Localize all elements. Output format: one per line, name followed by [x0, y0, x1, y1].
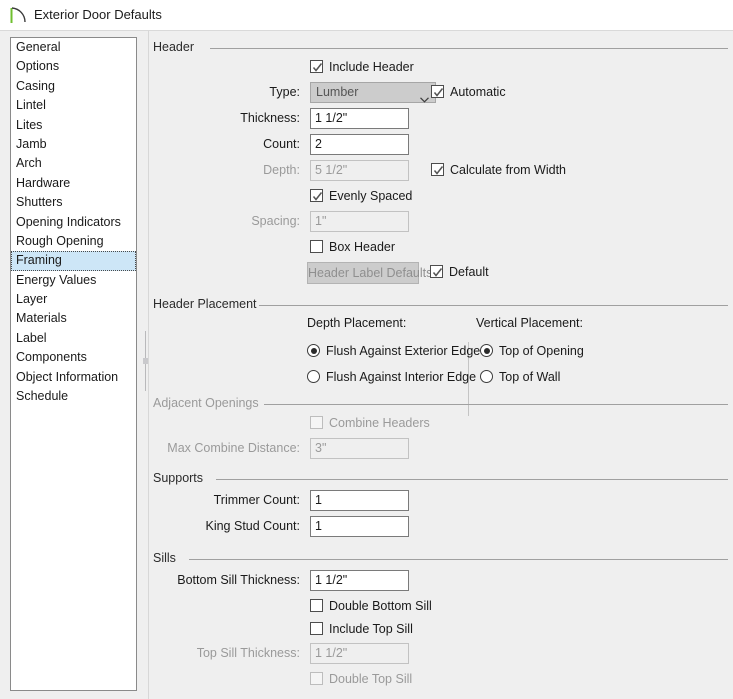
sidebar-item-materials[interactable]: Materials — [11, 309, 136, 328]
type-label: Type: — [269, 85, 300, 99]
double-bottom-sill-label: Double Bottom Sill — [329, 599, 432, 613]
sidebar-item-rough-opening[interactable]: Rough Opening — [11, 232, 136, 251]
calculate-from-width-label: Calculate from Width — [450, 163, 567, 177]
max-combine-distance-label: Max Combine Distance: — [167, 441, 300, 455]
checkbox-box — [431, 163, 444, 176]
checkbox-box — [310, 240, 323, 253]
group-sills: Sills — [153, 551, 728, 567]
group-sills-label: Sills — [153, 551, 176, 565]
door-swing-icon — [9, 6, 29, 25]
sidebar-item-general[interactable]: General — [11, 38, 136, 57]
header-label-defaults-button: Header Label Defaults — [307, 262, 432, 284]
top-sill-thickness-label: Top Sill Thickness: — [196, 646, 300, 660]
checkbox-box — [431, 85, 444, 98]
automatic-label: Automatic — [450, 85, 506, 99]
sidebar-item-framing[interactable]: Framing — [11, 251, 136, 271]
radio-circle — [480, 370, 493, 383]
framing-panel: Header Include Header Type: Lumber Autom… — [149, 31, 733, 699]
radio-dot — [483, 347, 490, 354]
checkbox-box — [310, 189, 323, 202]
dialog-body: General Options Casing Lintel Lites Jamb Arch H… — [0, 31, 733, 699]
box-header-label: Box Header — [329, 240, 396, 254]
sidebar-item-hardware[interactable]: Hardware — [11, 174, 136, 193]
sidebar-item-shutters[interactable]: Shutters — [11, 193, 136, 212]
group-supports: Supports — [153, 471, 728, 487]
group-adjacent-openings-rule — [264, 404, 728, 405]
sidebar-item-lintel[interactable]: Lintel — [11, 96, 136, 115]
king-stud-count-label: King Stud Count: — [205, 519, 300, 533]
group-header-placement: Header Placement — [153, 297, 728, 313]
radio-circle — [307, 370, 320, 383]
trimmer-count-label: Trimmer Count: — [213, 493, 300, 507]
radio-label: Top of Wall — [499, 370, 561, 384]
sidebar-item-arch[interactable]: Arch — [11, 154, 136, 173]
count-input[interactable]: 2 — [310, 134, 409, 155]
include-header-label: Include Header — [329, 60, 414, 74]
checkbox-box — [310, 622, 323, 635]
king-stud-count-input[interactable]: 1 — [310, 516, 409, 537]
sidebar-item-label[interactable]: Label — [11, 329, 136, 348]
trimmer-count-input[interactable]: 1 — [310, 490, 409, 511]
group-adjacent-openings-label: Adjacent Openings — [153, 396, 259, 410]
page-title: Exterior Door Defaults — [34, 7, 162, 22]
sidebar-item-schedule[interactable]: Schedule — [11, 387, 136, 406]
sidebar-item-casing[interactable]: Casing — [11, 77, 136, 96]
radio-label: Flush Against Exterior Edge — [326, 344, 481, 358]
spacing-input: 1" — [310, 211, 409, 232]
group-header-placement-rule — [259, 305, 728, 306]
chevron-down-icon — [420, 90, 429, 103]
radio-label: Top of Opening — [499, 344, 584, 358]
thickness-input[interactable]: 1 1/2" — [310, 108, 409, 129]
count-label: Count: — [263, 137, 300, 151]
header-type-select[interactable]: Lumber — [310, 82, 436, 103]
header-type-value: Lumber — [316, 85, 359, 99]
radio-dot — [310, 347, 317, 354]
include-top-sill-label: Include Top Sill — [329, 622, 413, 636]
checkbox-box — [310, 599, 323, 612]
group-supports-rule — [216, 479, 728, 480]
thickness-label: Thickness: — [240, 111, 300, 125]
group-header: Header — [153, 40, 728, 56]
checkbox-box — [310, 672, 323, 685]
sidebar-item-lites[interactable]: Lites — [11, 116, 136, 135]
window-title-bar: Exterior Door Defaults — [0, 0, 733, 31]
top-sill-thickness-input: 1 1/2" — [310, 643, 409, 664]
sidebar-item-energy-values[interactable]: Energy Values — [11, 271, 136, 290]
checkbox-box — [310, 60, 323, 73]
group-header-rule — [210, 48, 728, 49]
evenly-spaced-label: Evenly Spaced — [329, 189, 413, 203]
category-list[interactable]: General Options Casing Lintel Lites Jamb Arch H… — [10, 37, 137, 691]
sidebar-item-object-information[interactable]: Object Information — [11, 368, 136, 387]
sidebar-item-jamb[interactable]: Jamb — [11, 135, 136, 154]
depth-input: 5 1/2" — [310, 160, 409, 181]
sidebar-item-layer[interactable]: Layer — [11, 290, 136, 309]
checkbox-box — [430, 265, 443, 278]
vertical-placement-caption: Vertical Placement: — [476, 316, 583, 330]
group-sills-rule — [189, 559, 728, 560]
radio-label: Flush Against Interior Edge — [326, 370, 477, 384]
bottom-sill-thickness-label: Bottom Sill Thickness: — [177, 573, 300, 587]
group-adjacent-openings: Adjacent Openings — [153, 396, 728, 412]
depth-placement-caption: Depth Placement: — [307, 316, 407, 330]
group-supports-label: Supports — [153, 471, 204, 485]
double-top-sill-label: Double Top Sill — [329, 672, 413, 686]
checkbox-box — [310, 416, 323, 429]
bottom-sill-thickness-input[interactable]: 1 1/2" — [310, 570, 409, 591]
sidebar-item-components[interactable]: Components — [11, 348, 136, 367]
max-combine-distance-input: 3" — [310, 438, 409, 459]
combine-headers-label: Combine Headers — [329, 416, 430, 430]
group-header-placement-label: Header Placement — [153, 297, 257, 311]
default-label: Default — [449, 265, 489, 279]
spacing-label: Spacing: — [251, 214, 300, 228]
depth-label: Depth: — [263, 163, 300, 177]
group-header-label: Header — [153, 40, 194, 54]
sidebar-item-opening-indicators[interactable]: Opening Indicators — [11, 213, 136, 232]
sidebar-item-options[interactable]: Options — [11, 57, 136, 76]
